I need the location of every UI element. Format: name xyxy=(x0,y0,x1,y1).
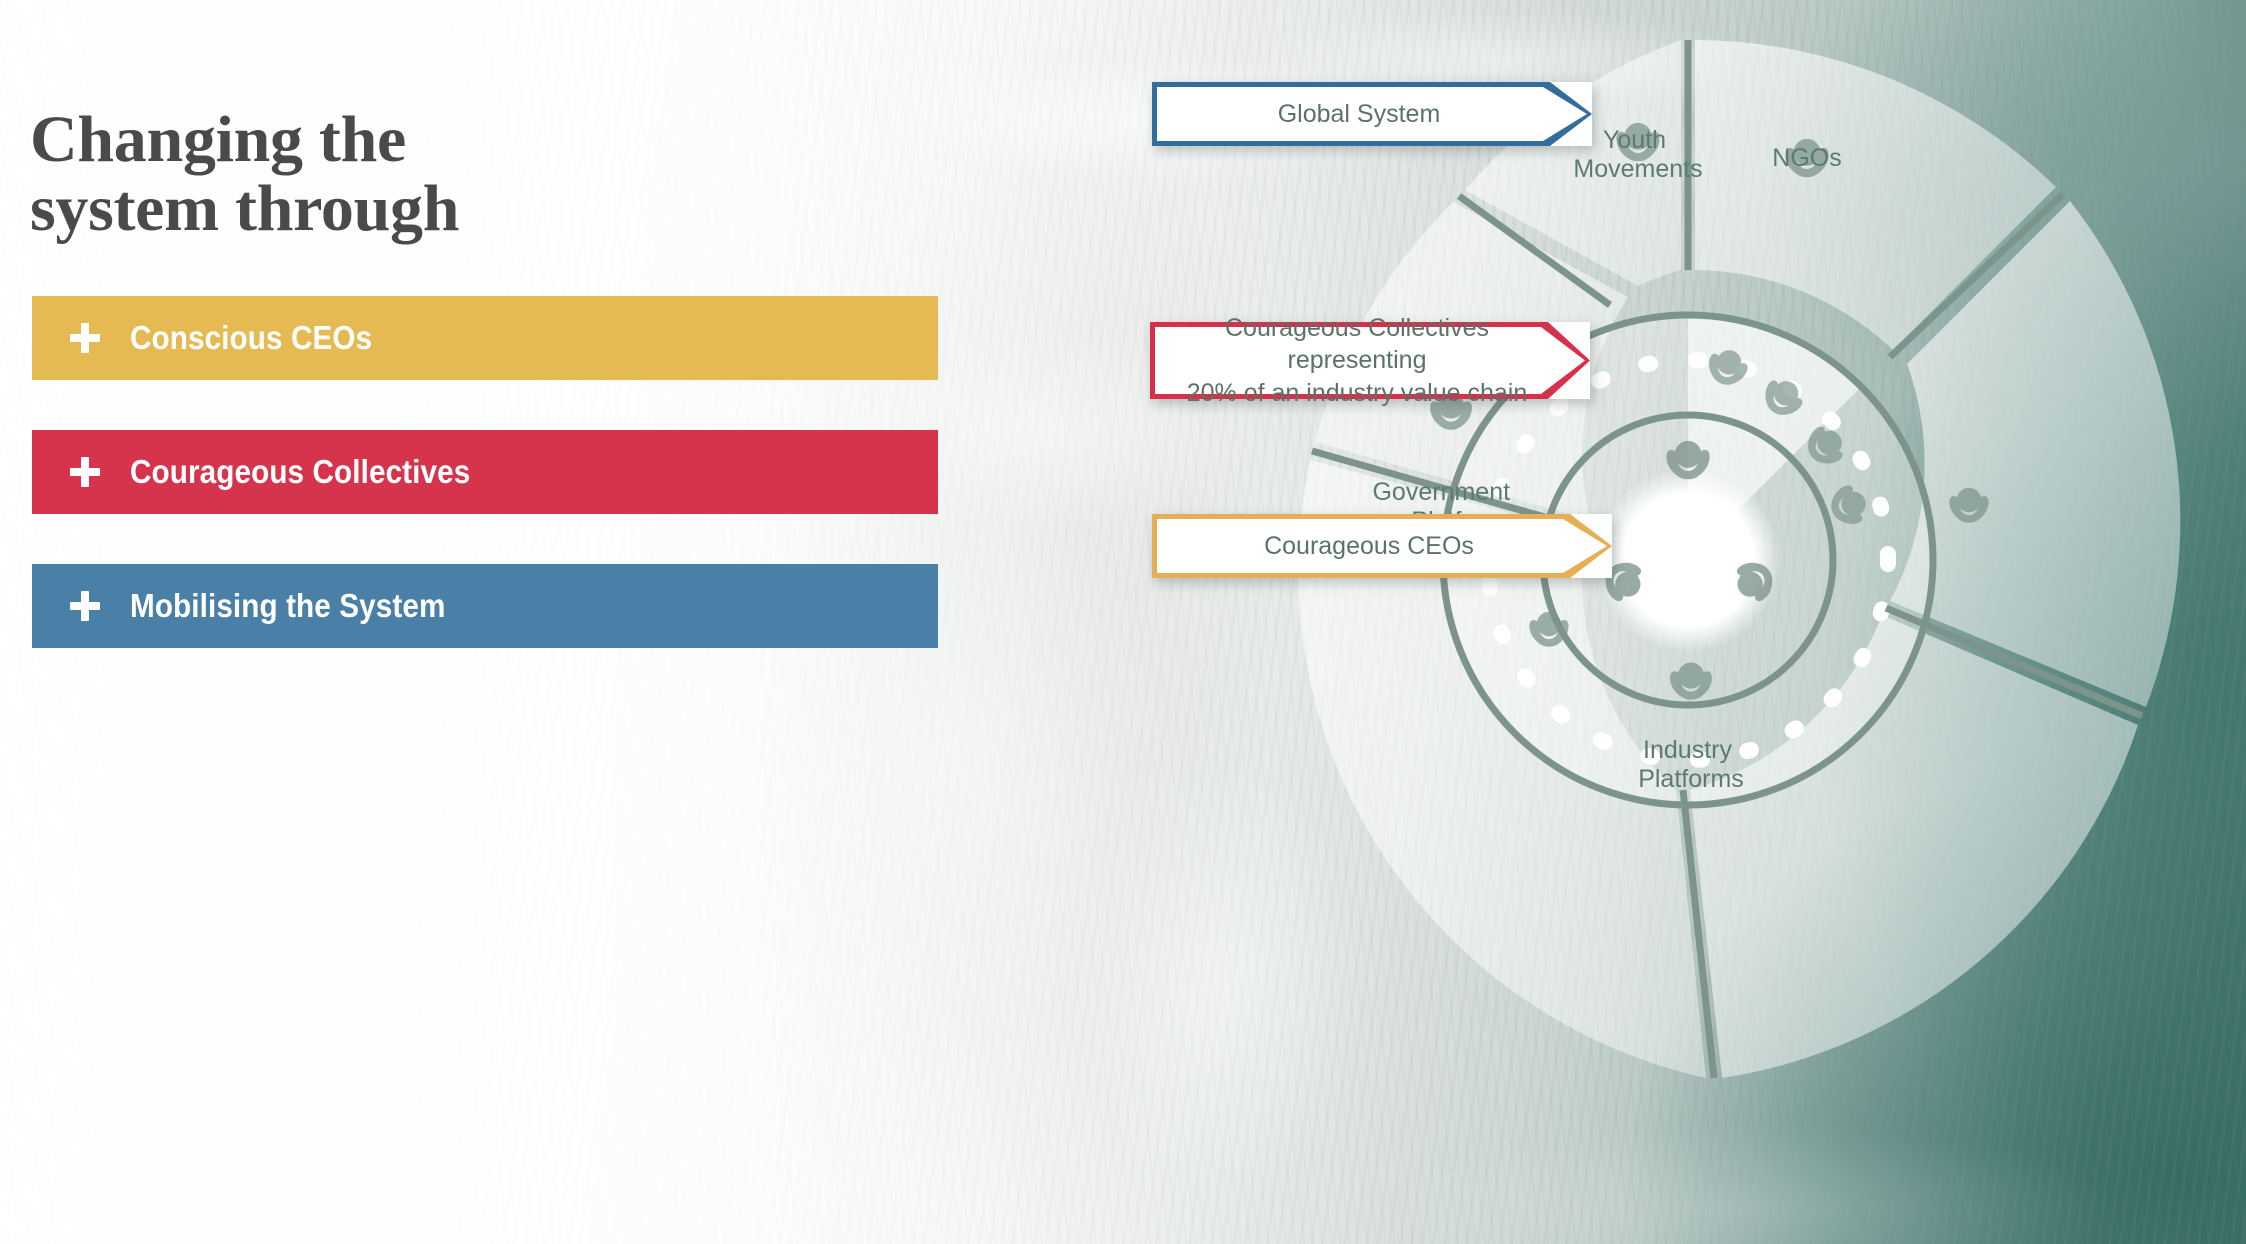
plus-icon xyxy=(70,457,100,487)
accordion-item-label: Courageous Collectives xyxy=(130,453,471,490)
callout-label-line-2: 20% of an industry value chain xyxy=(1186,378,1528,407)
system-change-radial-diagram: Youth Movements NGOs Government Platform… xyxy=(1130,0,2246,1244)
accordion-item-mobilising-the-system[interactable]: Mobilising the System xyxy=(32,564,938,648)
outer-segment-label-industry-platforms: Industry Platforms xyxy=(1638,736,1744,793)
accordion-item-label: Mobilising the System xyxy=(130,587,446,624)
accordion-list: Conscious CEOs Courageous Collectives Mo… xyxy=(32,296,938,698)
page-title-line-1: Changing the xyxy=(30,103,406,177)
page-title-line-2: system through xyxy=(30,171,460,245)
slide-canvas: Changing the system through Conscious CE… xyxy=(0,0,2246,1244)
callout-label-line-1: Courageous Collectives representing xyxy=(1224,313,1490,375)
plus-icon xyxy=(70,323,100,353)
hub-glow xyxy=(1596,468,1780,652)
page-title: Changing the system through xyxy=(30,103,650,245)
callout-label: Courageous CEOs xyxy=(1264,531,1474,560)
accordion-item-conscious-ceos[interactable]: Conscious CEOs xyxy=(32,296,938,380)
callout-global-system[interactable]: Global System xyxy=(1152,82,1592,146)
outer-segment-label-ngos: NGOs xyxy=(1772,144,1841,172)
accordion-item-label: Conscious CEOs xyxy=(130,319,373,356)
callout-courageous-ceos[interactable]: Courageous CEOs xyxy=(1152,514,1612,578)
plus-icon xyxy=(70,591,100,621)
callout-courageous-collectives[interactable]: Courageous Collectives representing 20% … xyxy=(1150,314,1590,407)
callout-label: Global System xyxy=(1277,99,1441,128)
accordion-item-courageous-collectives[interactable]: Courageous Collectives xyxy=(32,430,938,514)
callout-label: Courageous Collectives representing 20% … xyxy=(1178,312,1536,410)
